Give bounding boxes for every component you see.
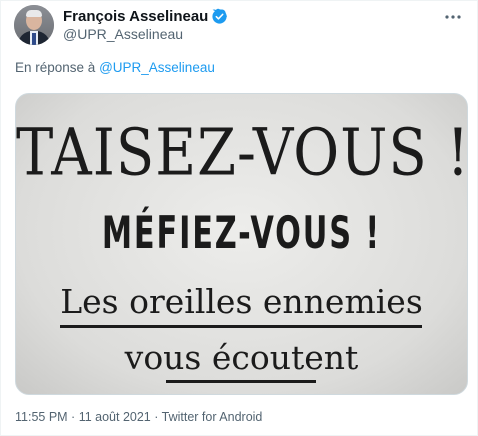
tweet-source[interactable]: Twitter for Android	[162, 410, 263, 424]
image-text-line2: MÉFIEZ-VOUS !	[101, 206, 382, 259]
image-text-line4: vous écoutent	[124, 338, 359, 377]
meta-separator-1: ·	[67, 410, 79, 424]
author-name-row: François Asselineau	[63, 8, 228, 25]
tweet-card: François Asselineau @UPR_Asselineau En r…	[0, 0, 478, 436]
author-display-name[interactable]: François Asselineau	[63, 8, 208, 25]
avatar[interactable]	[14, 5, 54, 45]
reply-mention-link[interactable]: @UPR_Asselineau	[99, 60, 215, 75]
more-horizontal-icon[interactable]	[443, 7, 463, 27]
tweet-media-image[interactable]: TAISEZ-VOUS ! MÉFIEZ-VOUS ! Les oreilles…	[15, 93, 468, 395]
image-underline	[60, 325, 422, 328]
image-text-line3: Les oreilles ennemies	[60, 282, 423, 321]
tweet-meta: 11:55 PM · 11 août 2021 · Twitter for An…	[15, 410, 262, 424]
image-underline-2	[166, 380, 316, 383]
reply-context: En réponse à @UPR_Asselineau	[15, 60, 215, 75]
tweet-time[interactable]: 11:55 PM	[15, 410, 68, 424]
tweet-date[interactable]: 11 août 2021	[79, 410, 151, 424]
verified-badge-icon	[212, 8, 228, 24]
image-text-line1: TAISEZ-VOUS !	[16, 116, 468, 191]
reply-prefix: En réponse à	[15, 60, 96, 75]
meta-separator-2: ·	[150, 410, 162, 424]
author-handle[interactable]: @UPR_Asselineau	[63, 26, 183, 42]
